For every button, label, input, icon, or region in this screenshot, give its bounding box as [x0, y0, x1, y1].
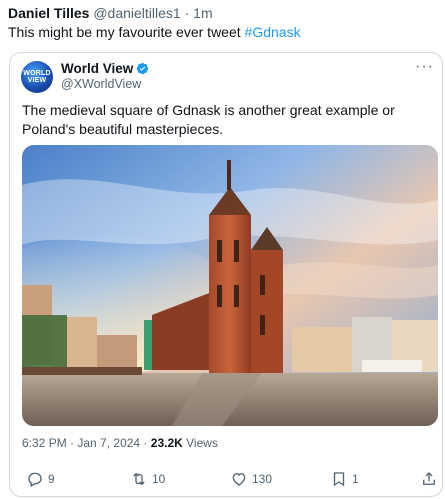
photo-of-medieval-square-image [22, 145, 438, 426]
hashtag-link[interactable]: #Gdnask [245, 24, 301, 40]
repost-count: 10 [152, 472, 166, 486]
action-bar: 9 10 130 1 [18, 470, 438, 490]
outer-author-handle[interactable]: @danieltilles1 [93, 5, 180, 21]
repost-icon [133, 472, 145, 486]
bookmark-button[interactable]: 1 [330, 470, 359, 488]
quoted-author-name-row[interactable]: World View [61, 61, 149, 76]
more-options-icon[interactable]: ··· [415, 58, 434, 76]
outer-tweet-text: This might be my favourite ever tweet #G… [8, 24, 301, 40]
outer-author-name[interactable]: Daniel Tilles [8, 5, 89, 21]
avatar[interactable]: WORLD VIEW [21, 61, 53, 93]
outer-tweet-header: Daniel Tilles @danieltilles1 · 1m [8, 5, 213, 21]
avatar-text-line1: WORLD [23, 70, 51, 77]
quoted-author-handle[interactable]: @XWorldView [61, 77, 141, 91]
views-count[interactable]: 23.2K [151, 436, 183, 450]
verified-badge-icon [136, 62, 149, 75]
tweet-date[interactable]: Jan 7, 2024 [77, 436, 140, 450]
avatar-text-line2: VIEW [27, 77, 47, 84]
share-button[interactable] [420, 470, 438, 488]
quoted-tweet-text: The medieval square of Gdnask is another… [22, 102, 395, 137]
outer-separator: · [180, 5, 194, 21]
tweet-time[interactable]: 6:32 PM [22, 436, 67, 450]
bookmark-icon [333, 472, 345, 487]
reply-button[interactable]: 9 [26, 470, 55, 488]
share-icon [423, 472, 435, 485]
heart-icon [232, 473, 246, 486]
repost-button[interactable]: 10 [130, 470, 165, 488]
reply-icon [28, 472, 42, 488]
like-button[interactable]: 130 [230, 470, 272, 488]
like-count: 130 [252, 472, 273, 486]
meta-separator-2: · [140, 436, 151, 450]
quoted-author-name[interactable]: World View [61, 61, 133, 76]
views-label: Views [186, 436, 218, 450]
quoted-tweet-card[interactable]: WORLD VIEW World View @XWorldView ··· Th… [9, 52, 443, 497]
outer-tweet-body: This might be my favourite ever tweet [8, 24, 245, 40]
meta-separator: · [66, 436, 78, 450]
outer-timestamp[interactable]: 1m [193, 5, 212, 21]
tweet-photo[interactable] [22, 145, 438, 426]
tweet-meta: 6:32 PM · Jan 7, 2024 · 23.2K Views [22, 436, 218, 450]
bookmark-count: 1 [352, 472, 359, 486]
reply-count: 9 [48, 472, 55, 486]
